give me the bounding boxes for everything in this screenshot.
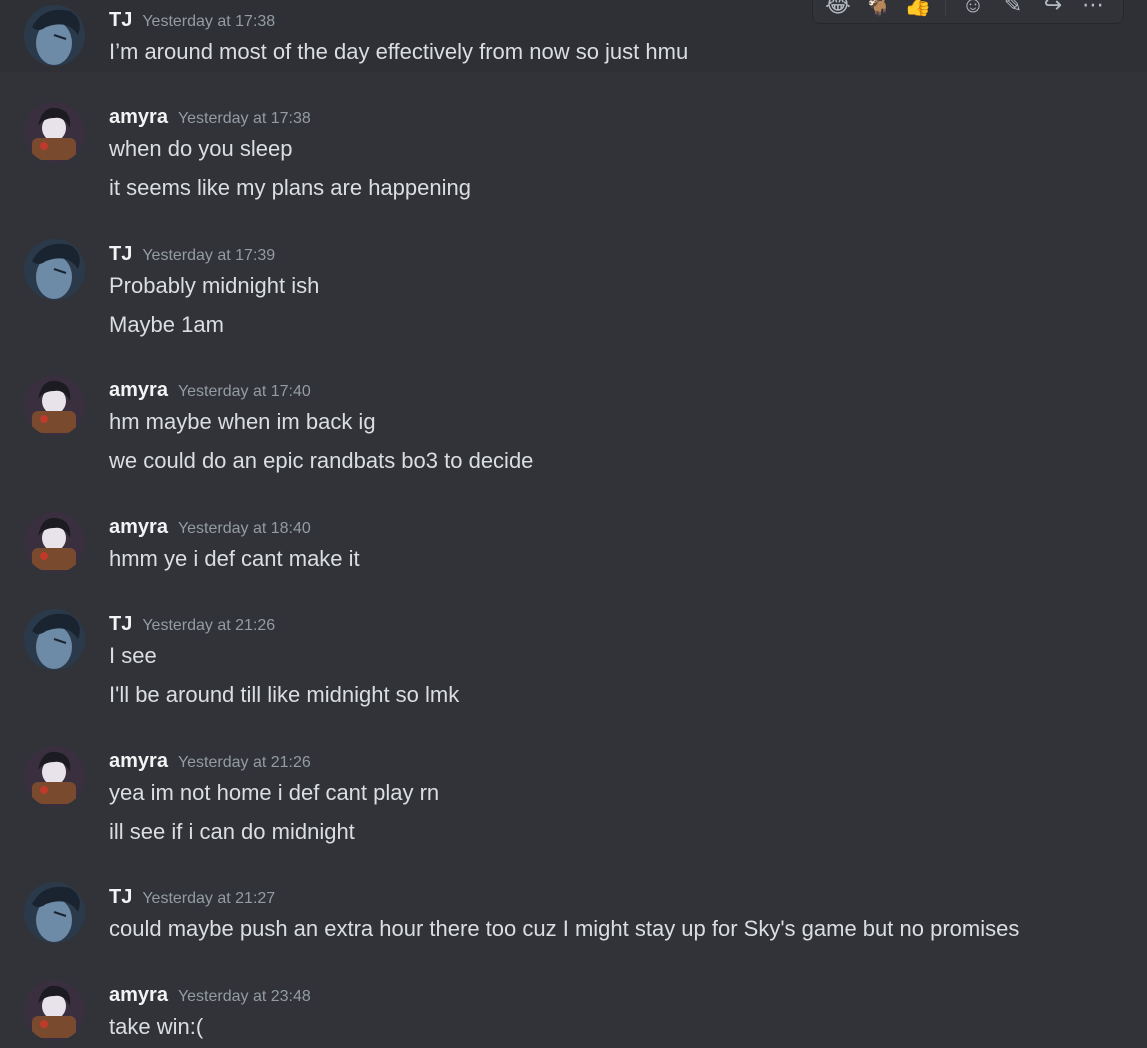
message-item[interactable]: TJ Yesterday at 21:27 could maybe push an… <box>0 872 1147 952</box>
avatar-tj[interactable] <box>24 609 85 670</box>
message-timestamp: Yesterday at 21:27 <box>142 890 276 907</box>
avatar-tj[interactable] <box>24 5 85 66</box>
add-reaction-icon[interactable]: ☺ <box>956 0 990 22</box>
avatar-amyra[interactable] <box>24 746 85 807</box>
message-timestamp: Yesterday at 18:40 <box>177 520 311 537</box>
message-author[interactable]: amyra Yesterday at 23:48 <box>109 983 311 1009</box>
joy-emoji-icon[interactable]: 😂 <box>821 0 855 22</box>
avatar-amyra[interactable] <box>24 102 85 163</box>
message-text: hmm ye i def cant make it <box>109 546 360 571</box>
message-timestamp: Yesterday at 17:40 <box>177 383 311 400</box>
goat-emoji-icon[interactable]: 🐐 <box>861 0 895 22</box>
message-author[interactable]: amyra Yesterday at 21:26 <box>109 749 311 775</box>
message-text: Probably midnight ish <box>109 273 320 298</box>
message-author[interactable]: TJ Yesterday at 17:38 <box>109 8 275 34</box>
message-item[interactable]: amyra Yesterday at 18:40 hmm ye i def can… <box>0 502 1147 582</box>
message-text: I see <box>109 643 157 668</box>
message-author[interactable]: amyra Yesterday at 18:40 <box>109 515 311 541</box>
message-text: it seems like my plans are happening <box>109 175 471 200</box>
message-item[interactable]: amyra Yesterday at 21:26 yea im not home … <box>0 736 1147 856</box>
message-item[interactable]: TJ Yesterday at 17:39 Probably midnight i… <box>0 229 1147 349</box>
message-text: could maybe push an extra hour there too… <box>109 916 1020 941</box>
message-text: I’m around most of the day effectively f… <box>109 39 689 64</box>
message-author[interactable]: amyra Yesterday at 17:38 <box>109 105 311 131</box>
message-text: Maybe 1am <box>109 312 224 337</box>
message-author[interactable]: amyra Yesterday at 17:40 <box>109 378 311 404</box>
message-timestamp: Yesterday at 21:26 <box>142 617 276 634</box>
message-text: we could do an epic randbats bo3 to deci… <box>109 448 534 473</box>
avatar-tj[interactable] <box>24 239 85 300</box>
avatar-amyra[interactable] <box>24 980 85 1041</box>
message-author[interactable]: TJ Yesterday at 21:26 <box>109 612 275 638</box>
edit-icon[interactable]: ✎ <box>996 0 1030 22</box>
message-text: take win:( <box>109 1014 204 1039</box>
message-text: ill see if i can do midnight <box>109 819 355 844</box>
message-timestamp: Yesterday at 17:39 <box>142 247 276 264</box>
avatar-amyra[interactable] <box>24 375 85 436</box>
message-text: hm maybe when im back ig <box>109 409 376 434</box>
message-timestamp: Yesterday at 23:48 <box>177 988 311 1005</box>
message-timestamp: Yesterday at 17:38 <box>142 13 276 30</box>
message-text: when do you sleep <box>109 136 293 161</box>
more-icon[interactable]: ⋯ <box>1076 0 1110 22</box>
message-timestamp: Yesterday at 17:38 <box>177 110 311 127</box>
message-timestamp: Yesterday at 21:26 <box>177 754 311 771</box>
message-text: yea im not home i def cant play rn <box>109 780 440 805</box>
avatar-amyra[interactable] <box>24 512 85 573</box>
thumbs-up-emoji-icon[interactable]: 👍 <box>901 0 935 22</box>
message-actions-toolbar: 😂 🐐 👍 ☺ ✎ ↪ ⋯ <box>812 0 1124 24</box>
toolbar-divider <box>945 0 946 16</box>
message-author[interactable]: TJ Yesterday at 17:39 <box>109 242 275 268</box>
message-list: TJ Yesterday at 17:38 I’m around most of … <box>0 0 1147 1048</box>
avatar-tj[interactable] <box>24 882 85 943</box>
message-item[interactable]: amyra Yesterday at 17:38 when do you slee… <box>0 92 1147 212</box>
message-item[interactable]: amyra Yesterday at 23:48 take win:( <box>0 970 1147 1048</box>
message-item[interactable]: TJ Yesterday at 17:38 I’m around most of … <box>0 0 1147 72</box>
message-text: I'll be around till like midnight so lmk <box>109 682 460 707</box>
message-item[interactable]: TJ Yesterday at 21:26 I see I'll be aroun… <box>0 599 1147 719</box>
reply-icon[interactable]: ↪ <box>1036 0 1070 22</box>
message-item[interactable]: amyra Yesterday at 17:40 hm maybe when im… <box>0 365 1147 485</box>
message-author[interactable]: TJ Yesterday at 21:27 <box>109 885 275 911</box>
